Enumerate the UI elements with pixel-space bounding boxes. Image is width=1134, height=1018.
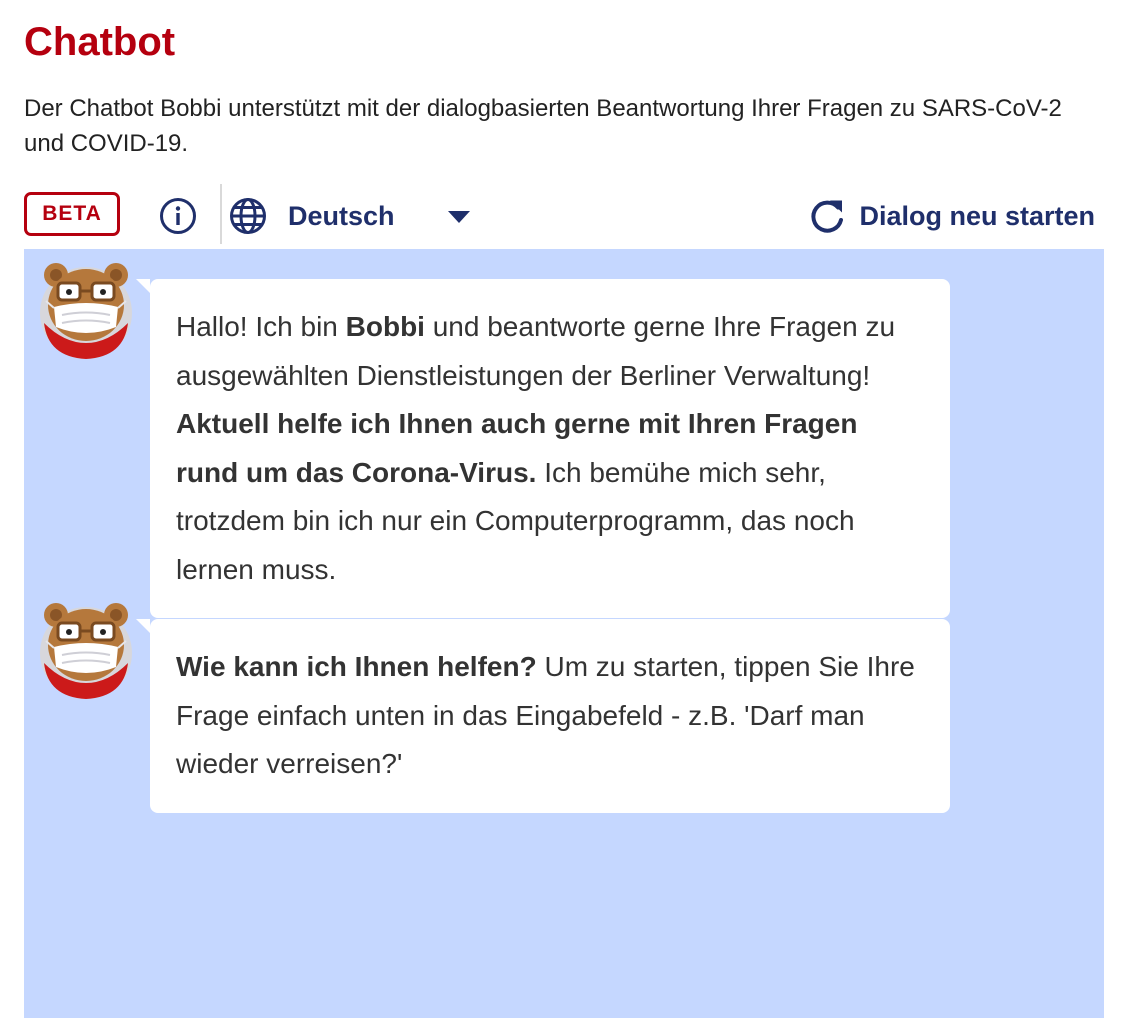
language-select[interactable]: Deutsch [228,196,478,236]
message-bold-text: Wie kann ich Ihnen helfen? [176,651,537,682]
chat-toolbar: BETA Deutsch Dialog neu starten [24,184,1104,246]
bot-avatar [38,261,134,361]
bot-message: Wie kann ich Ihnen helfen? Um zu starten… [136,619,950,813]
bot-message: Hallo! Ich bin Bobbi und beantworte gern… [136,279,950,618]
message-bold-text: Bobbi [345,311,425,342]
intro-text: Der Chatbot Bobbi unterstützt mit der di… [24,95,1062,157]
bot-avatar [38,601,134,701]
page-title: Chatbot [24,20,176,64]
language-label: Deutsch [288,200,395,231]
beta-badge: BETA [24,192,120,236]
bear-with-mask-avatar [40,603,132,699]
info-button[interactable] [158,196,198,236]
message-text: Hallo! Ich bin [176,311,346,342]
chat-area[interactable]: Hallo! Ich bin Bobbi und beantworte gern… [24,249,1104,1018]
chevron-down-icon [448,211,470,223]
restart-dialog-label: Dialog neu starten [859,200,1095,231]
refresh-icon [811,200,844,233]
bear-with-mask-avatar [40,263,132,359]
globe-icon [230,198,266,234]
info-icon [160,198,196,234]
toolbar-divider [220,184,222,244]
restart-dialog-button[interactable]: Dialog neu starten [808,196,1095,236]
